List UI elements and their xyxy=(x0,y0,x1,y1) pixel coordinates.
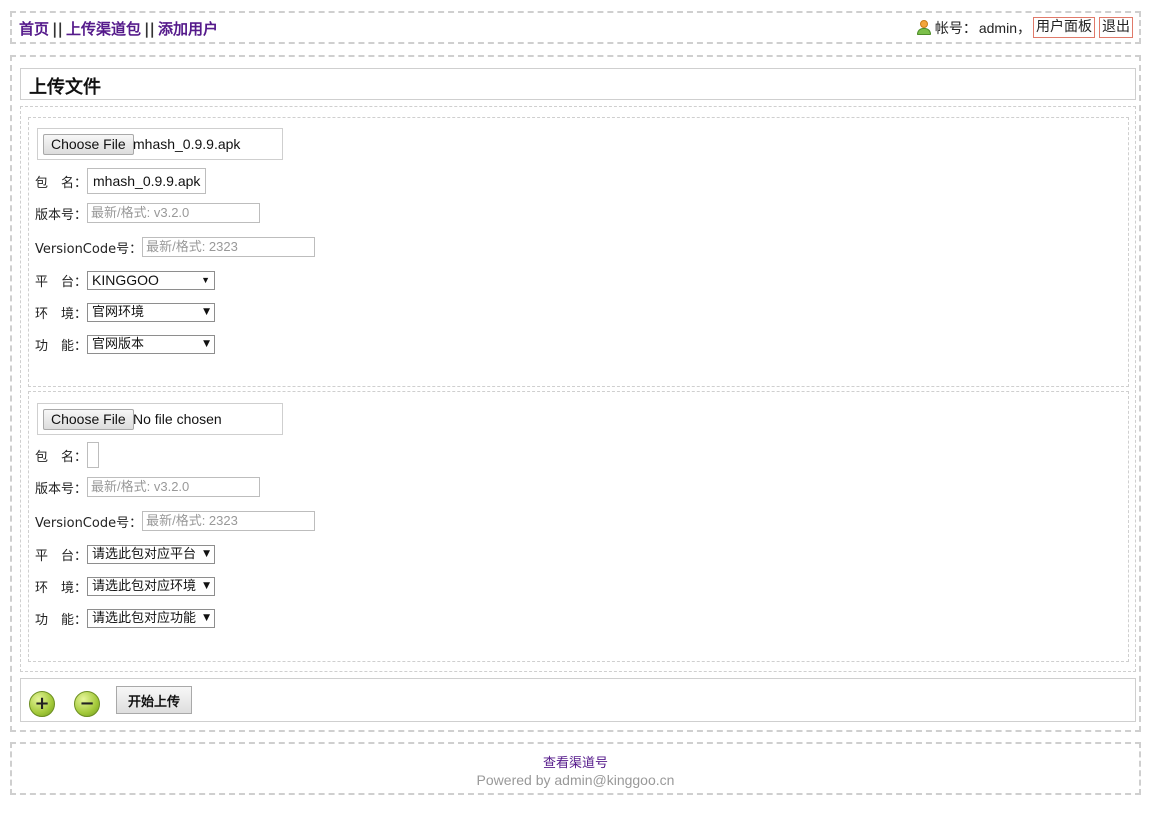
triangle-down-icon: ▼ xyxy=(203,338,211,349)
env-row: 环 境： 官网环境 ▼ xyxy=(35,301,216,323)
action-bar: + − 开始上传 xyxy=(20,678,1136,722)
main-nav: 首页 || 上传渠道包 || 添加用户 xyxy=(19,18,218,39)
nav-upload-link[interactable]: 上传渠道包 xyxy=(66,20,141,38)
choose-file-button[interactable]: Choose File xyxy=(43,409,134,430)
version-input[interactable]: 最新/格式: v3.2.0 xyxy=(87,203,261,223)
footer: 查看渠道号 Powered by admin@kinggoo.cn xyxy=(10,742,1141,795)
remove-file-button[interactable]: − xyxy=(74,691,100,717)
view-channel-link[interactable]: 查看渠道号 xyxy=(12,752,1139,771)
nav-separator: || xyxy=(144,20,155,38)
platform-row: 平 台： KINGGOO ▼ xyxy=(35,269,216,291)
file-block: Choose File No file chosen 包 名： 版本号： 最新/… xyxy=(28,391,1129,662)
upload-panel: 上传文件 Choose File mhash_0.9.9.apk 包 名： mh… xyxy=(10,55,1141,732)
logout-button[interactable]: 退出 xyxy=(1099,17,1133,38)
versioncode-row: VersionCode号： 最新/格式: 2323 xyxy=(35,510,316,532)
feature-label: 功 能： xyxy=(35,612,88,628)
choose-file-button[interactable]: Choose File xyxy=(43,134,134,155)
env-label: 环 境： xyxy=(35,306,88,322)
package-name-input[interactable] xyxy=(87,442,100,468)
feature-row: 功 能： 请选此包对应功能 ▼ xyxy=(35,607,216,629)
env-select-value: 请选此包对应环境 xyxy=(92,578,197,594)
triangle-down-icon: ▼ xyxy=(203,612,211,623)
platform-select[interactable]: 请选此包对应平台 ▼ xyxy=(87,544,216,564)
nav-separator: || xyxy=(52,20,63,38)
feature-select-value: 请选此包对应功能 xyxy=(92,610,197,626)
file-picker: Choose File mhash_0.9.9.apk xyxy=(37,128,283,160)
env-select[interactable]: 请选此包对应环境 ▼ xyxy=(87,576,216,596)
chosen-file-name: No file chosen xyxy=(133,411,222,427)
feature-select-value: 官网版本 xyxy=(92,336,145,352)
user-icon xyxy=(916,20,931,35)
env-label: 环 境： xyxy=(35,580,88,596)
page-title: 上传文件 xyxy=(29,77,101,98)
account-username: admin xyxy=(978,19,1017,36)
triangle-down-icon: ▼ xyxy=(203,548,211,559)
package-name-input[interactable]: mhash_0.9.9.apk xyxy=(87,168,207,194)
plus-circle-icon: + xyxy=(34,693,50,714)
powered-by-text: Powered by admin@kinggoo.cn xyxy=(476,772,675,788)
feature-select[interactable]: 请选此包对应功能 ▼ xyxy=(87,608,216,628)
account-area: 帐号： admin ， 用户面板 退出 xyxy=(916,17,1133,38)
start-upload-button[interactable]: 开始上传 xyxy=(116,686,192,714)
title-box: 上传文件 xyxy=(20,68,1136,100)
platform-label: 平 台： xyxy=(35,548,88,564)
env-select[interactable]: 官网环境 ▼ xyxy=(87,302,216,322)
version-input[interactable]: 最新/格式: v3.2.0 xyxy=(87,477,261,497)
package-row: 包 名： mhash_0.9.9.apk xyxy=(35,168,207,194)
versioncode-label: VersionCode号： xyxy=(35,241,143,257)
add-file-button[interactable]: + xyxy=(29,691,55,717)
versioncode-label: VersionCode号： xyxy=(35,515,143,531)
version-label: 版本号： xyxy=(35,207,88,223)
platform-row: 平 台： 请选此包对应平台 ▼ xyxy=(35,543,216,565)
nav-add-user-link[interactable]: 添加用户 xyxy=(158,20,218,38)
versioncode-input[interactable]: 最新/格式: 2323 xyxy=(142,511,316,531)
user-panel-button[interactable]: 用户面板 xyxy=(1033,17,1095,38)
version-row: 版本号： 最新/格式: v3.2.0 xyxy=(35,476,261,498)
header-bar: 首页 || 上传渠道包 || 添加用户 帐号： admin ， 用户面板 退出 xyxy=(10,11,1141,44)
file-picker: Choose File No file chosen xyxy=(37,403,283,435)
versioncode-input[interactable]: 最新/格式: 2323 xyxy=(142,237,316,257)
triangle-down-icon: ▼ xyxy=(203,306,211,317)
files-area: Choose File mhash_0.9.9.apk 包 名： mhash_0… xyxy=(20,106,1136,672)
env-row: 环 境： 请选此包对应环境 ▼ xyxy=(35,575,216,597)
chosen-file-name: mhash_0.9.9.apk xyxy=(133,136,241,152)
triangle-down-icon: ▼ xyxy=(201,274,211,285)
account-label: 帐号： xyxy=(934,20,977,37)
package-label: 包 名： xyxy=(35,449,88,465)
platform-select-value: KINGGOO xyxy=(92,271,159,288)
feature-select[interactable]: 官网版本 ▼ xyxy=(87,334,216,354)
minus-circle-icon: − xyxy=(79,693,95,714)
package-label: 包 名： xyxy=(35,175,88,191)
env-select-value: 官网环境 xyxy=(92,304,145,320)
version-label: 版本号： xyxy=(35,481,88,497)
file-block: Choose File mhash_0.9.9.apk 包 名： mhash_0… xyxy=(28,117,1129,387)
platform-select[interactable]: KINGGOO ▼ xyxy=(87,270,216,290)
feature-row: 功 能： 官网版本 ▼ xyxy=(35,333,216,355)
account-comma: ， xyxy=(1017,20,1031,37)
platform-select-value: 请选此包对应平台 xyxy=(92,546,197,562)
triangle-down-icon: ▼ xyxy=(203,580,211,591)
nav-home-link[interactable]: 首页 xyxy=(19,20,49,38)
feature-label: 功 能： xyxy=(35,338,88,354)
platform-label: 平 台： xyxy=(35,274,88,290)
versioncode-row: VersionCode号： 最新/格式: 2323 xyxy=(35,236,316,258)
version-row: 版本号： 最新/格式: v3.2.0 xyxy=(35,202,261,224)
package-row: 包 名： xyxy=(35,442,100,468)
